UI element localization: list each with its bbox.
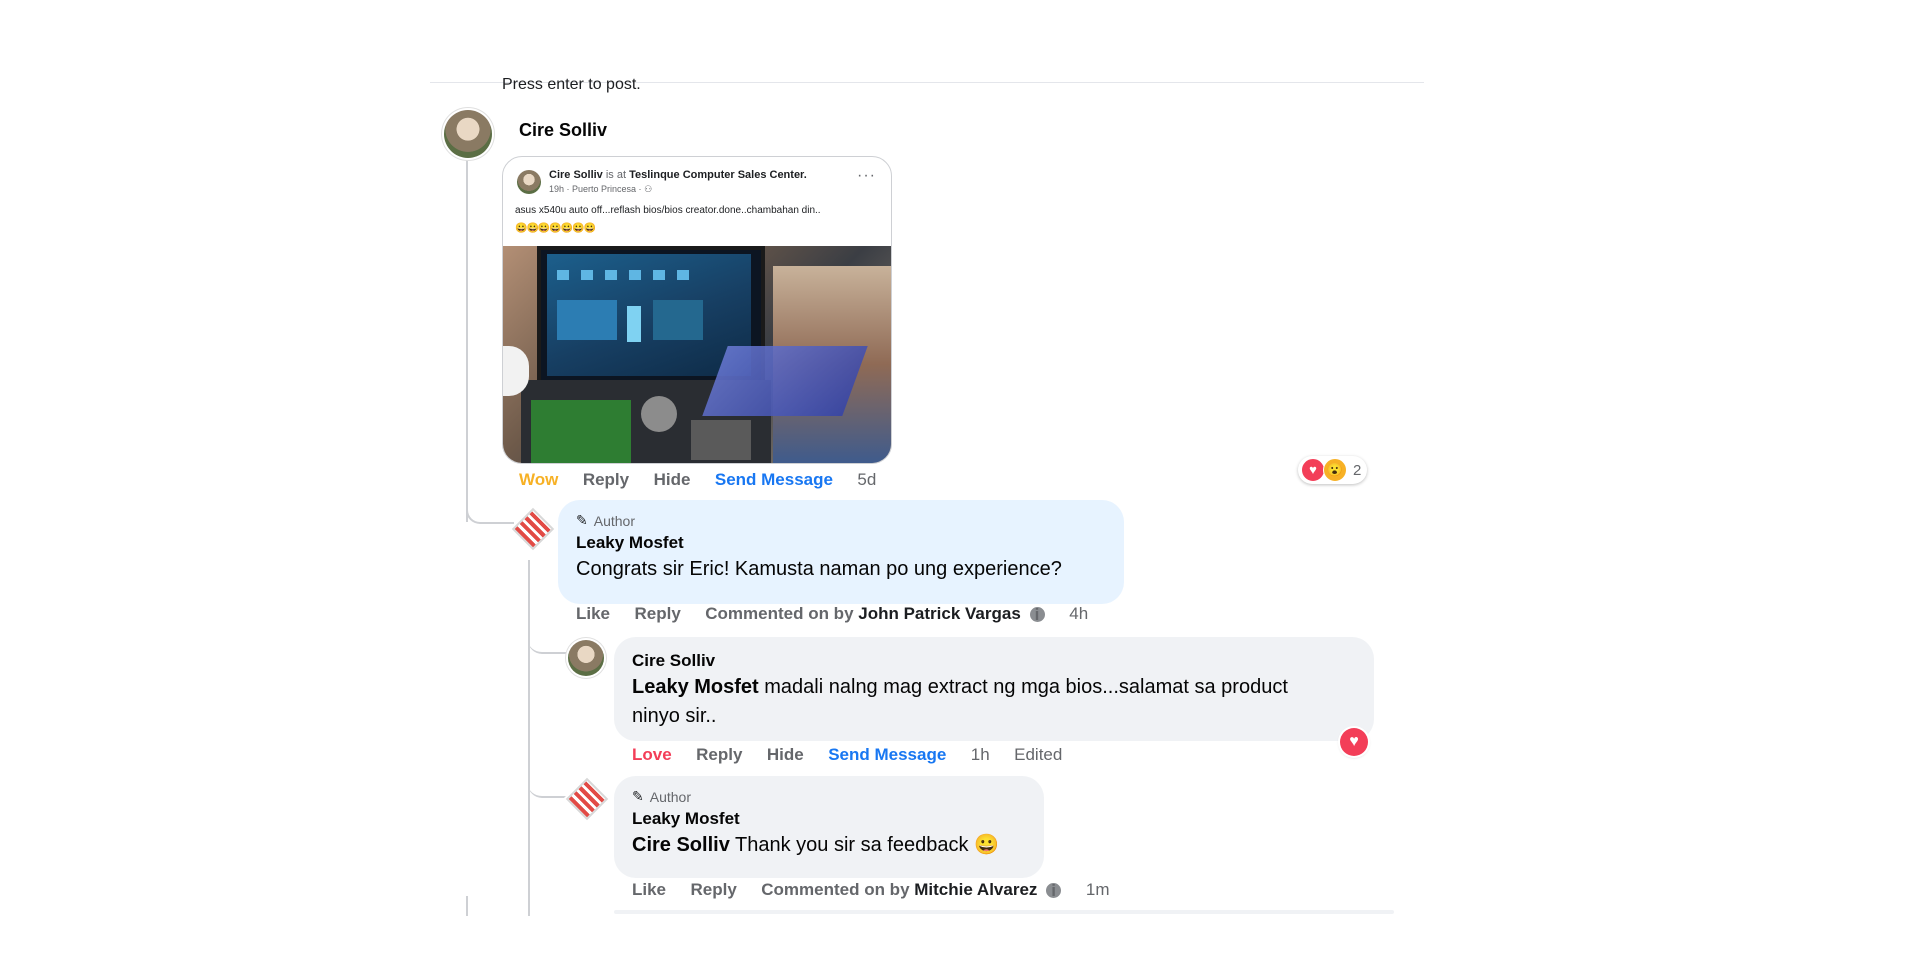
pencil-icon: ✎ [576,512,588,528]
reaction-summary[interactable]: ♥ 😮 2 [1298,456,1368,484]
comment-body: Thank you sir sa feedback 😀 [729,834,999,856]
commented-on-label: Commented on by Mitchie Alvarez i [761,880,1066,899]
shared-post-text: asus x540u auto off...reflash bios/bios … [515,205,821,216]
love-reaction-badge[interactable]: ♥ [1340,728,1368,756]
comment-actions: Wow Reply Hide Send Message 5d [519,470,896,490]
comment-time[interactable]: 1m [1086,880,1110,899]
comment-text: Leaky Mosfet madali nalng mag extract ng… [632,673,1322,731]
comment-text: Congrats sir Eric! Kamusta naman po ung … [576,558,1062,580]
shared-post-meta: 19h · Puerto Princesa · ⚇ [549,184,652,195]
author-badge: ✎ Author [632,788,1026,805]
comment-actions: Like Reply Commented on by John Patrick … [576,604,1108,624]
thread-elbow [528,772,568,798]
reply-button[interactable]: Reply [583,470,629,489]
commenter-name[interactable]: John Patrick Vargas [858,604,1021,623]
commented-on-label: Commented on by John Patrick Vargas i [705,604,1049,623]
comment-actions: Like Reply Commented on by Mitchie Alvar… [632,880,1130,900]
like-button[interactable]: Like [632,880,666,899]
reaction-count: 2 [1353,461,1362,479]
author-badge: ✎ Author [576,512,1106,529]
love-button[interactable]: Love [632,745,672,764]
wow-button[interactable]: Wow [519,470,558,489]
logo-icon [565,777,609,821]
wow-icon: 😮 [1323,458,1347,482]
author-label: Author [649,788,691,805]
shared-post-place[interactable]: Teslinque Computer Sales Center. [629,169,807,181]
reply-button[interactable]: Reply [690,880,736,899]
more-icon[interactable]: ··· [857,167,876,185]
send-message-button[interactable]: Send Message [828,745,946,764]
hide-button[interactable]: Hide [654,470,691,489]
shared-post-is-at: is at [605,169,627,181]
shared-post-card[interactable]: Cire Solliv is at Teslinque Computer Sal… [502,156,892,464]
comment-bubble[interactable]: ✎ Author Leaky Mosfet Cire Solliv Thank … [614,776,1044,878]
shared-post-photo[interactable] [503,246,891,463]
comment-author[interactable]: Cire Solliv [519,120,607,141]
commented-on-text: Commented on by [761,880,910,899]
info-icon[interactable]: i [1029,606,1045,623]
avatar [517,170,541,194]
hide-button[interactable]: Hide [767,745,804,764]
page-avatar[interactable] [511,507,555,551]
reply-button[interactable]: Reply [696,745,742,764]
composer-hint: Press enter to post. [502,76,641,93]
pencil-icon: ✎ [632,788,644,804]
comment-bubble[interactable]: ✎ Author Leaky Mosfet Congrats sir Eric!… [558,500,1124,604]
shared-post-author[interactable]: Cire Solliv [549,169,603,181]
shared-post-header: Cire Solliv is at Teslinque Computer Sal… [549,169,807,181]
mention[interactable]: Leaky Mosfet [632,676,759,698]
commented-on-text: Commented on by [705,604,854,623]
reply-button[interactable]: Reply [634,604,680,623]
comment-author[interactable]: Leaky Mosfet [576,533,1106,553]
comment-time[interactable]: 4h [1069,604,1088,623]
send-message-button[interactable]: Send Message [715,470,833,489]
avatar[interactable] [444,110,492,158]
left-edge-line [466,896,468,916]
comment-actions: Love Reply Hide Send Message 1h Edited [632,745,1082,765]
comment-time[interactable]: 1h [971,745,990,764]
avatar[interactable] [568,640,604,676]
comment-author[interactable]: Cire Solliv [632,651,1356,671]
globe-icon: ⚇ [644,184,653,194]
heart-icon: ♥ [1349,733,1359,750]
thread-line [528,560,530,916]
next-comment-bubble[interactable] [614,910,1394,914]
shared-post-meta-text: 19h · Puerto Princesa · [549,184,642,194]
mention[interactable]: Cire Solliv [632,834,730,856]
thread-elbow [466,500,514,524]
edited-label: Edited [1014,745,1063,764]
commenter-name[interactable]: Mitchie Alvarez [914,880,1037,899]
info-icon[interactable]: i [1046,882,1062,899]
heart-icon: ♥ [1301,458,1325,482]
page-avatar[interactable] [565,777,609,821]
comment-bubble[interactable]: Cire Solliv Leaky Mosfet madali nalng ma… [614,637,1374,741]
thread-elbow [528,628,568,654]
author-label: Author [593,512,635,529]
comment-author[interactable]: Leaky Mosfet [632,809,1026,829]
comment-text: Cire Solliv Thank you sir sa feedback 😀 [632,831,1026,860]
comment-time[interactable]: 5d [857,470,876,489]
like-button[interactable]: Like [576,604,610,623]
logo-icon [511,507,555,551]
shared-post-emojis: 😀😀😀😀😀😀😀 [515,223,596,234]
